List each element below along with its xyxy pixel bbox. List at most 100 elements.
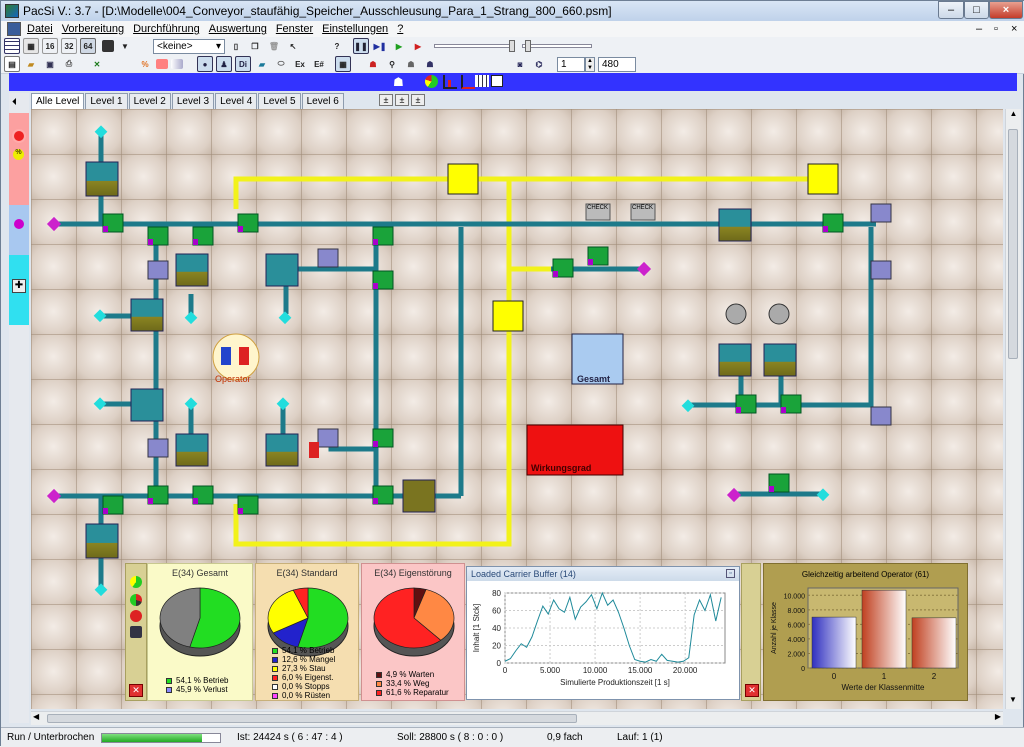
- tank-2[interactable]: [768, 303, 790, 325]
- play-button[interactable]: ▶: [391, 38, 407, 54]
- pie-chart-icon[interactable]: [425, 75, 438, 88]
- layer-select[interactable]: <keine> ▾: [153, 38, 225, 54]
- person-tool-icon[interactable]: ♟: [216, 56, 232, 72]
- machine-16[interactable]: [372, 485, 394, 505]
- time-slider[interactable]: [522, 40, 592, 52]
- machine-10[interactable]: [735, 394, 757, 414]
- station-8[interactable]: [85, 523, 119, 559]
- transfer-node-3[interactable]: [492, 300, 524, 332]
- grid-16-button[interactable]: 16: [42, 38, 58, 54]
- circle-tool-icon[interactable]: ●: [197, 56, 213, 72]
- station-12[interactable]: [763, 343, 797, 377]
- menu-help[interactable]: ?: [397, 23, 403, 35]
- tab-level-1[interactable]: Level 1: [85, 93, 128, 109]
- source-left-bottom[interactable]: [46, 488, 62, 504]
- transfer-node-1[interactable]: [447, 163, 479, 195]
- machine-15[interactable]: [372, 428, 394, 448]
- machine-9[interactable]: [822, 213, 844, 233]
- machine-2[interactable]: [147, 226, 169, 246]
- save-icon[interactable]: ▣: [42, 56, 58, 72]
- sink-bottom-left[interactable]: [94, 583, 108, 597]
- buffer-5[interactable]: [870, 203, 892, 223]
- palette-icon[interactable]: %: [137, 56, 153, 72]
- chart-close-button[interactable]: ✕: [129, 684, 143, 697]
- calendar-icon[interactable]: ▤: [4, 56, 20, 72]
- stop-tool-icon[interactable]: [12, 129, 26, 143]
- source-right-bottom[interactable]: [726, 487, 742, 503]
- pie-type-icon-2[interactable]: [130, 594, 142, 606]
- machine-13[interactable]: [192, 485, 214, 505]
- machine-1[interactable]: [102, 213, 124, 233]
- transfer-node-2[interactable]: [807, 163, 839, 195]
- run-to-button[interactable]: ▶: [410, 38, 426, 54]
- station-2[interactable]: [175, 253, 209, 287]
- tab-level-6[interactable]: Level 6: [301, 93, 344, 109]
- color-dropdown-arrow[interactable]: ▼: [117, 38, 133, 54]
- maximize-button[interactable]: □: [964, 1, 989, 19]
- vertical-scrollbar[interactable]: ▲ ▼: [1005, 109, 1021, 709]
- station-3[interactable]: [265, 253, 299, 287]
- tab-level-2[interactable]: Level 2: [128, 93, 171, 109]
- copy-icon[interactable]: ❐: [247, 38, 263, 54]
- pie-type-icon-3[interactable]: [130, 610, 142, 622]
- scroll-left-arrow[interactable]: ◀: [33, 712, 39, 721]
- color-fill-icon[interactable]: [156, 59, 168, 69]
- new-document-icon[interactable]: ▯: [228, 38, 244, 54]
- scroll-up-arrow[interactable]: ▲: [1006, 109, 1021, 123]
- mdi-document-icon[interactable]: [7, 22, 21, 36]
- fraction-tool-icon[interactable]: E#: [311, 56, 327, 72]
- machine-8[interactable]: [587, 246, 609, 266]
- operator-view-icon[interactable]: ☗: [393, 75, 407, 89]
- sink-right-1[interactable]: [681, 399, 695, 413]
- export-icon[interactable]: [491, 75, 503, 87]
- sink-right-bottom-end[interactable]: [816, 488, 830, 502]
- machine-3[interactable]: [192, 226, 214, 246]
- user-gray-icon[interactable]: ☗: [403, 56, 419, 72]
- camera-icon[interactable]: ◙: [512, 56, 528, 72]
- move-tool-icon[interactable]: ✚: [12, 279, 26, 293]
- pause-button[interactable]: ❚❚: [353, 38, 369, 54]
- sink-mid-4[interactable]: [278, 311, 292, 325]
- percent-tool-icon[interactable]: %: [13, 149, 24, 160]
- station-5[interactable]: [130, 388, 164, 422]
- tab-level-3[interactable]: Level 3: [171, 93, 215, 109]
- menu-datei[interactable]: Datei: [27, 23, 53, 35]
- collapse-left-icon[interactable]: ⏴: [12, 97, 17, 108]
- sink-mid-1[interactable]: [184, 311, 198, 325]
- close-button[interactable]: ×: [989, 1, 1023, 19]
- search-icon[interactable]: ⚲: [384, 56, 400, 72]
- station-7[interactable]: [265, 433, 299, 467]
- excel-icon[interactable]: ✕: [89, 56, 105, 72]
- ellipse-tool-icon[interactable]: ⬭: [273, 56, 289, 72]
- minimize-button[interactable]: –: [938, 1, 964, 19]
- machine-18[interactable]: [768, 473, 790, 493]
- machine-7[interactable]: [552, 258, 574, 278]
- text-tool-icon[interactable]: Di: [235, 56, 251, 72]
- machine-6[interactable]: [372, 270, 394, 290]
- menu-einstellungen[interactable]: Einstellungen: [322, 23, 388, 35]
- machine-5[interactable]: [372, 226, 394, 246]
- station-9[interactable]: [402, 479, 436, 513]
- user-red-icon[interactable]: ☗: [365, 56, 381, 72]
- network-icon[interactable]: ⌬: [531, 56, 547, 72]
- sink-top-left[interactable]: [94, 125, 108, 139]
- station-10[interactable]: [718, 208, 752, 242]
- table-icon[interactable]: [475, 75, 489, 87]
- sink-mid-3[interactable]: [276, 397, 290, 411]
- buffer-2[interactable]: [317, 248, 339, 268]
- help-icon[interactable]: ?: [329, 38, 345, 54]
- scroll-right-arrow[interactable]: ▶: [995, 712, 1001, 721]
- source-tool-icon[interactable]: [14, 219, 24, 229]
- buffer-4[interactable]: [317, 428, 339, 448]
- buffer-6[interactable]: [870, 260, 892, 280]
- menu-durchfuehrung[interactable]: Durchführung: [133, 23, 200, 35]
- horizontal-scrollbar[interactable]: ◀ ▶: [31, 711, 1003, 725]
- station-1[interactable]: [85, 161, 119, 197]
- vertical-scroll-thumb[interactable]: [1008, 129, 1018, 359]
- level-toggle-1[interactable]: ±: [379, 94, 393, 106]
- speed-slider[interactable]: [434, 40, 515, 52]
- line-chart-window-icon[interactable]: ▫: [726, 569, 735, 578]
- buffer-3[interactable]: [147, 438, 169, 458]
- level-toggle-3[interactable]: ±: [411, 94, 425, 106]
- view-icon[interactable]: ▦: [335, 56, 351, 72]
